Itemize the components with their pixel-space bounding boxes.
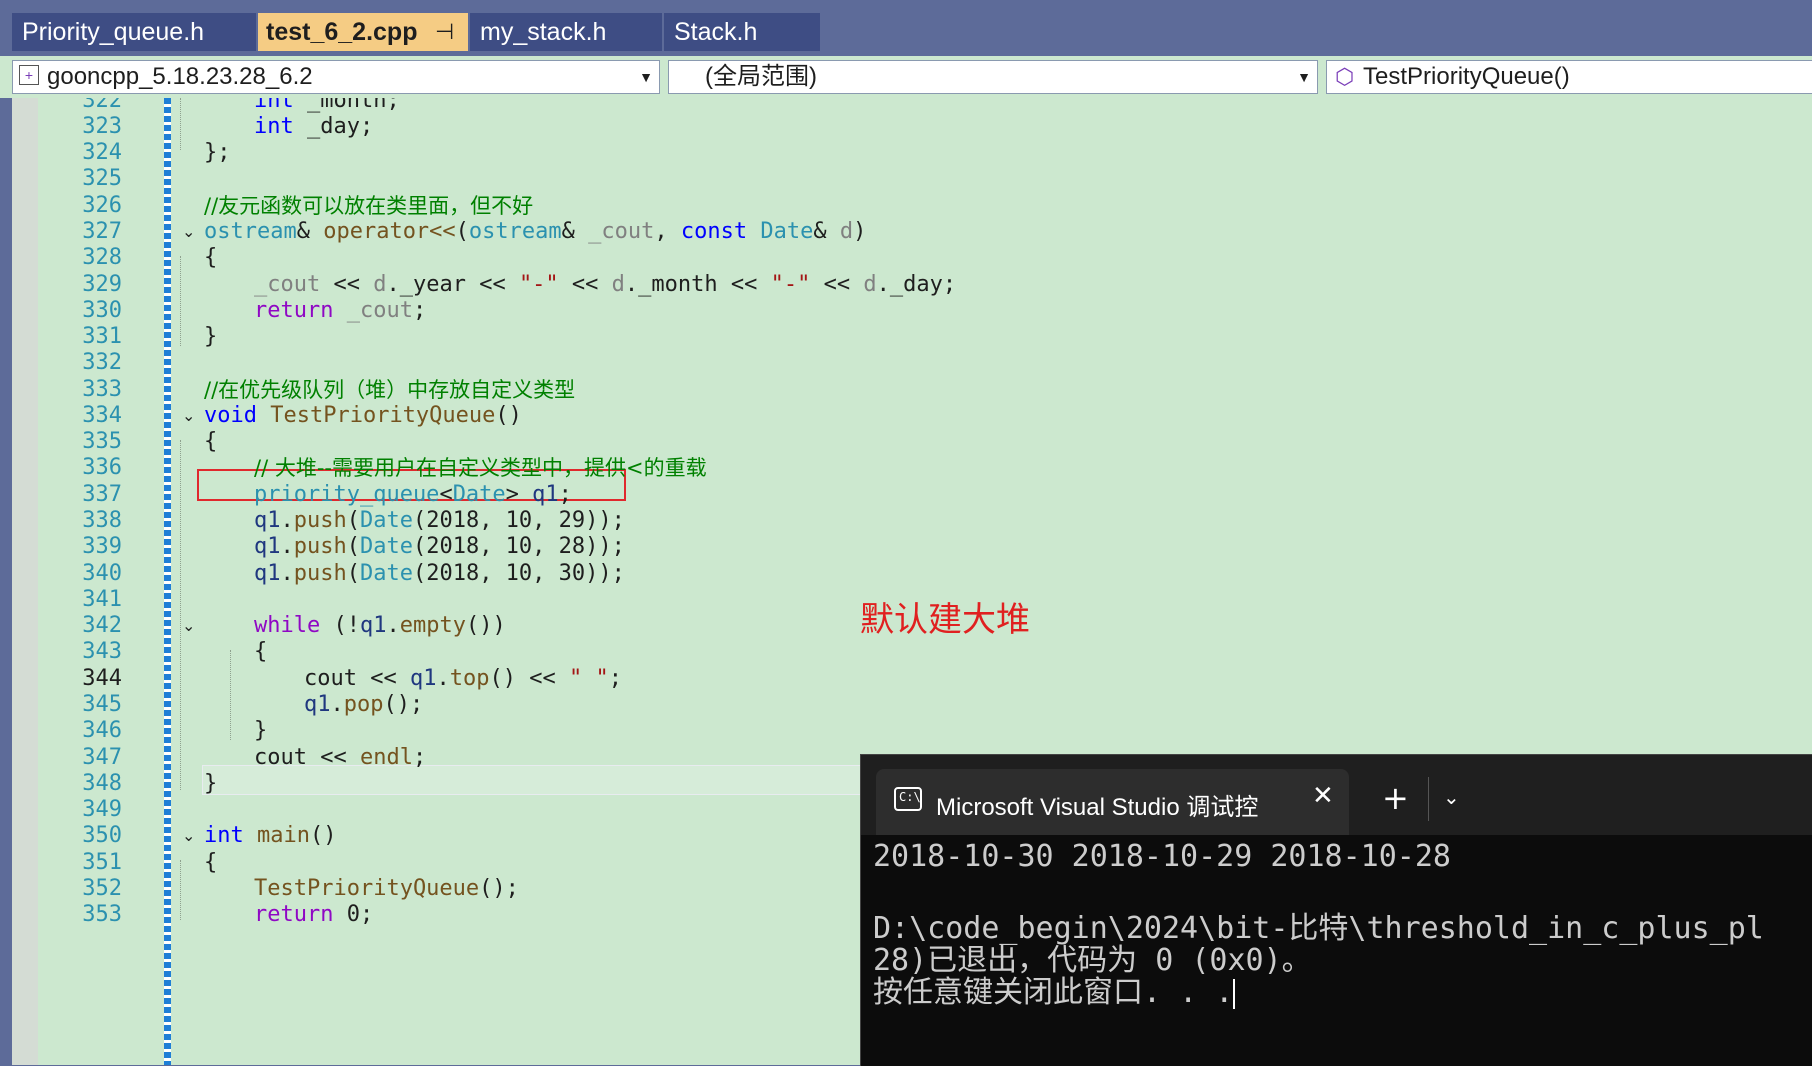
line-number: 325 [82,166,122,191]
tab-label: my_stack.h [480,18,607,46]
terminal-tab[interactable]: C:\ Microsoft Visual Studio 调试控 ✕ [876,769,1349,835]
document-tab-bar: Priority_queue.h test_6_2.cpp⊣✕ my_stack… [0,0,1812,56]
code-line: { [254,639,268,664]
indent-guide [180,440,181,790]
fold-toggle-icon[interactable]: ⌄ [182,217,195,247]
code-line: { [204,245,218,270]
fold-toggle-icon[interactable]: ⌄ [182,611,195,641]
annotation-text: 默认建大堆 [860,600,1030,640]
navigation-bar: + gooncpp_5.18.23.28_6.2 ▼ (全局范围) ▼ ⬡ Te… [0,56,1812,98]
editor-gutter [12,98,38,1065]
line-number: 336 [82,455,122,480]
line-number: 339 [82,534,122,559]
indent-guide [180,256,181,346]
member-name: TestPriorityQueue() [1363,63,1570,90]
close-icon[interactable]: ✕ [1312,781,1334,811]
project-name: gooncpp_5.18.23.28_6.2 [47,63,313,90]
code-line: ostream& operator<<(ostream& _cout, cons… [204,219,867,244]
change-tracking-bar [164,98,171,1065]
tab-label: test_6_2.cpp [266,18,418,46]
project-icon: + [19,65,39,85]
gutter-divider [38,98,40,1065]
indent-guide [180,860,181,920]
code-line: int main() [204,823,337,848]
debug-console-window[interactable]: C:\ Microsoft Visual Studio 调试控 ✕ + ⌄ 20… [860,754,1812,1066]
chevron-down-icon[interactable]: ⌄ [1443,785,1460,809]
chevron-down-icon: ▼ [639,69,653,85]
terminal-titlebar: C:\ Microsoft Visual Studio 调试控 ✕ + ⌄ [861,755,1812,835]
tab-my-stack-h[interactable]: my_stack.h [470,13,662,51]
terminal-icon: C:\ [894,787,922,811]
line-number: 353 [82,902,122,927]
line-number: 328 [82,245,122,270]
tab-priority-queue-h[interactable]: Priority_queue.h [12,13,256,51]
divider [1428,777,1429,821]
scope-dropdown[interactable]: (全局范围) ▼ [668,60,1318,94]
cube-icon: ⬡ [1335,64,1355,89]
indent-guide [180,98,181,150]
indent-guide [230,650,231,740]
line-number: 346 [82,718,122,743]
code-line: return 0; [254,902,374,927]
tab-label: Stack.h [674,18,758,46]
tab-label: Priority_queue.h [22,18,205,46]
code-line: { [204,429,218,454]
terminal-title: Microsoft Visual Studio 调试控 [936,794,1259,821]
terminal-output-line: 按任意键关闭此窗口. . . [873,975,1236,1010]
tab-test-6-2-cpp[interactable]: test_6_2.cpp⊣✕ [258,13,468,51]
line-number: 332 [82,350,122,375]
text-cursor [1233,978,1236,1009]
code-line: q1.push(Date(2018, 10, 28)); [254,534,625,559]
code-line: int _day; [254,114,374,139]
code-line: q1.pop(); [304,692,424,717]
fold-toggle-icon[interactable]: ⌄ [182,401,195,431]
line-number: 350 [82,823,122,848]
member-dropdown[interactable]: ⬡ TestPriorityQueue() [1326,60,1812,94]
code-line: q1.push(Date(2018, 10, 30)); [254,561,625,586]
code-line: }; [204,140,231,165]
chevron-down-icon: ▼ [1297,69,1311,85]
tab-stack-h[interactable]: Stack.h [664,13,820,51]
new-tab-icon[interactable]: + [1382,779,1409,817]
code-line: } [254,718,268,743]
code-line: return _cout; [254,298,427,323]
code-line: } [204,324,218,349]
code-line: cout << endl; [254,745,427,770]
code-line: { [204,850,218,875]
pin-icon[interactable]: ⊣ [435,13,454,51]
line-number: 343 [82,639,122,664]
code-line: while (!q1.empty()) [254,613,506,638]
code-line: } [204,771,218,796]
project-dropdown[interactable]: + gooncpp_5.18.23.28_6.2 ▼ [12,60,660,94]
code-comment: // 大堆--需要用户在自定义类型中，提供<的重载 [254,456,707,480]
fold-toggle-icon[interactable]: ⌄ [182,821,195,851]
terminal-output-line: 2018-10-30 2018-10-29 2018-10-28 [873,839,1451,874]
scope-name: (全局范围) [705,63,817,90]
code-line: void TestPriorityQueue() [204,403,522,428]
